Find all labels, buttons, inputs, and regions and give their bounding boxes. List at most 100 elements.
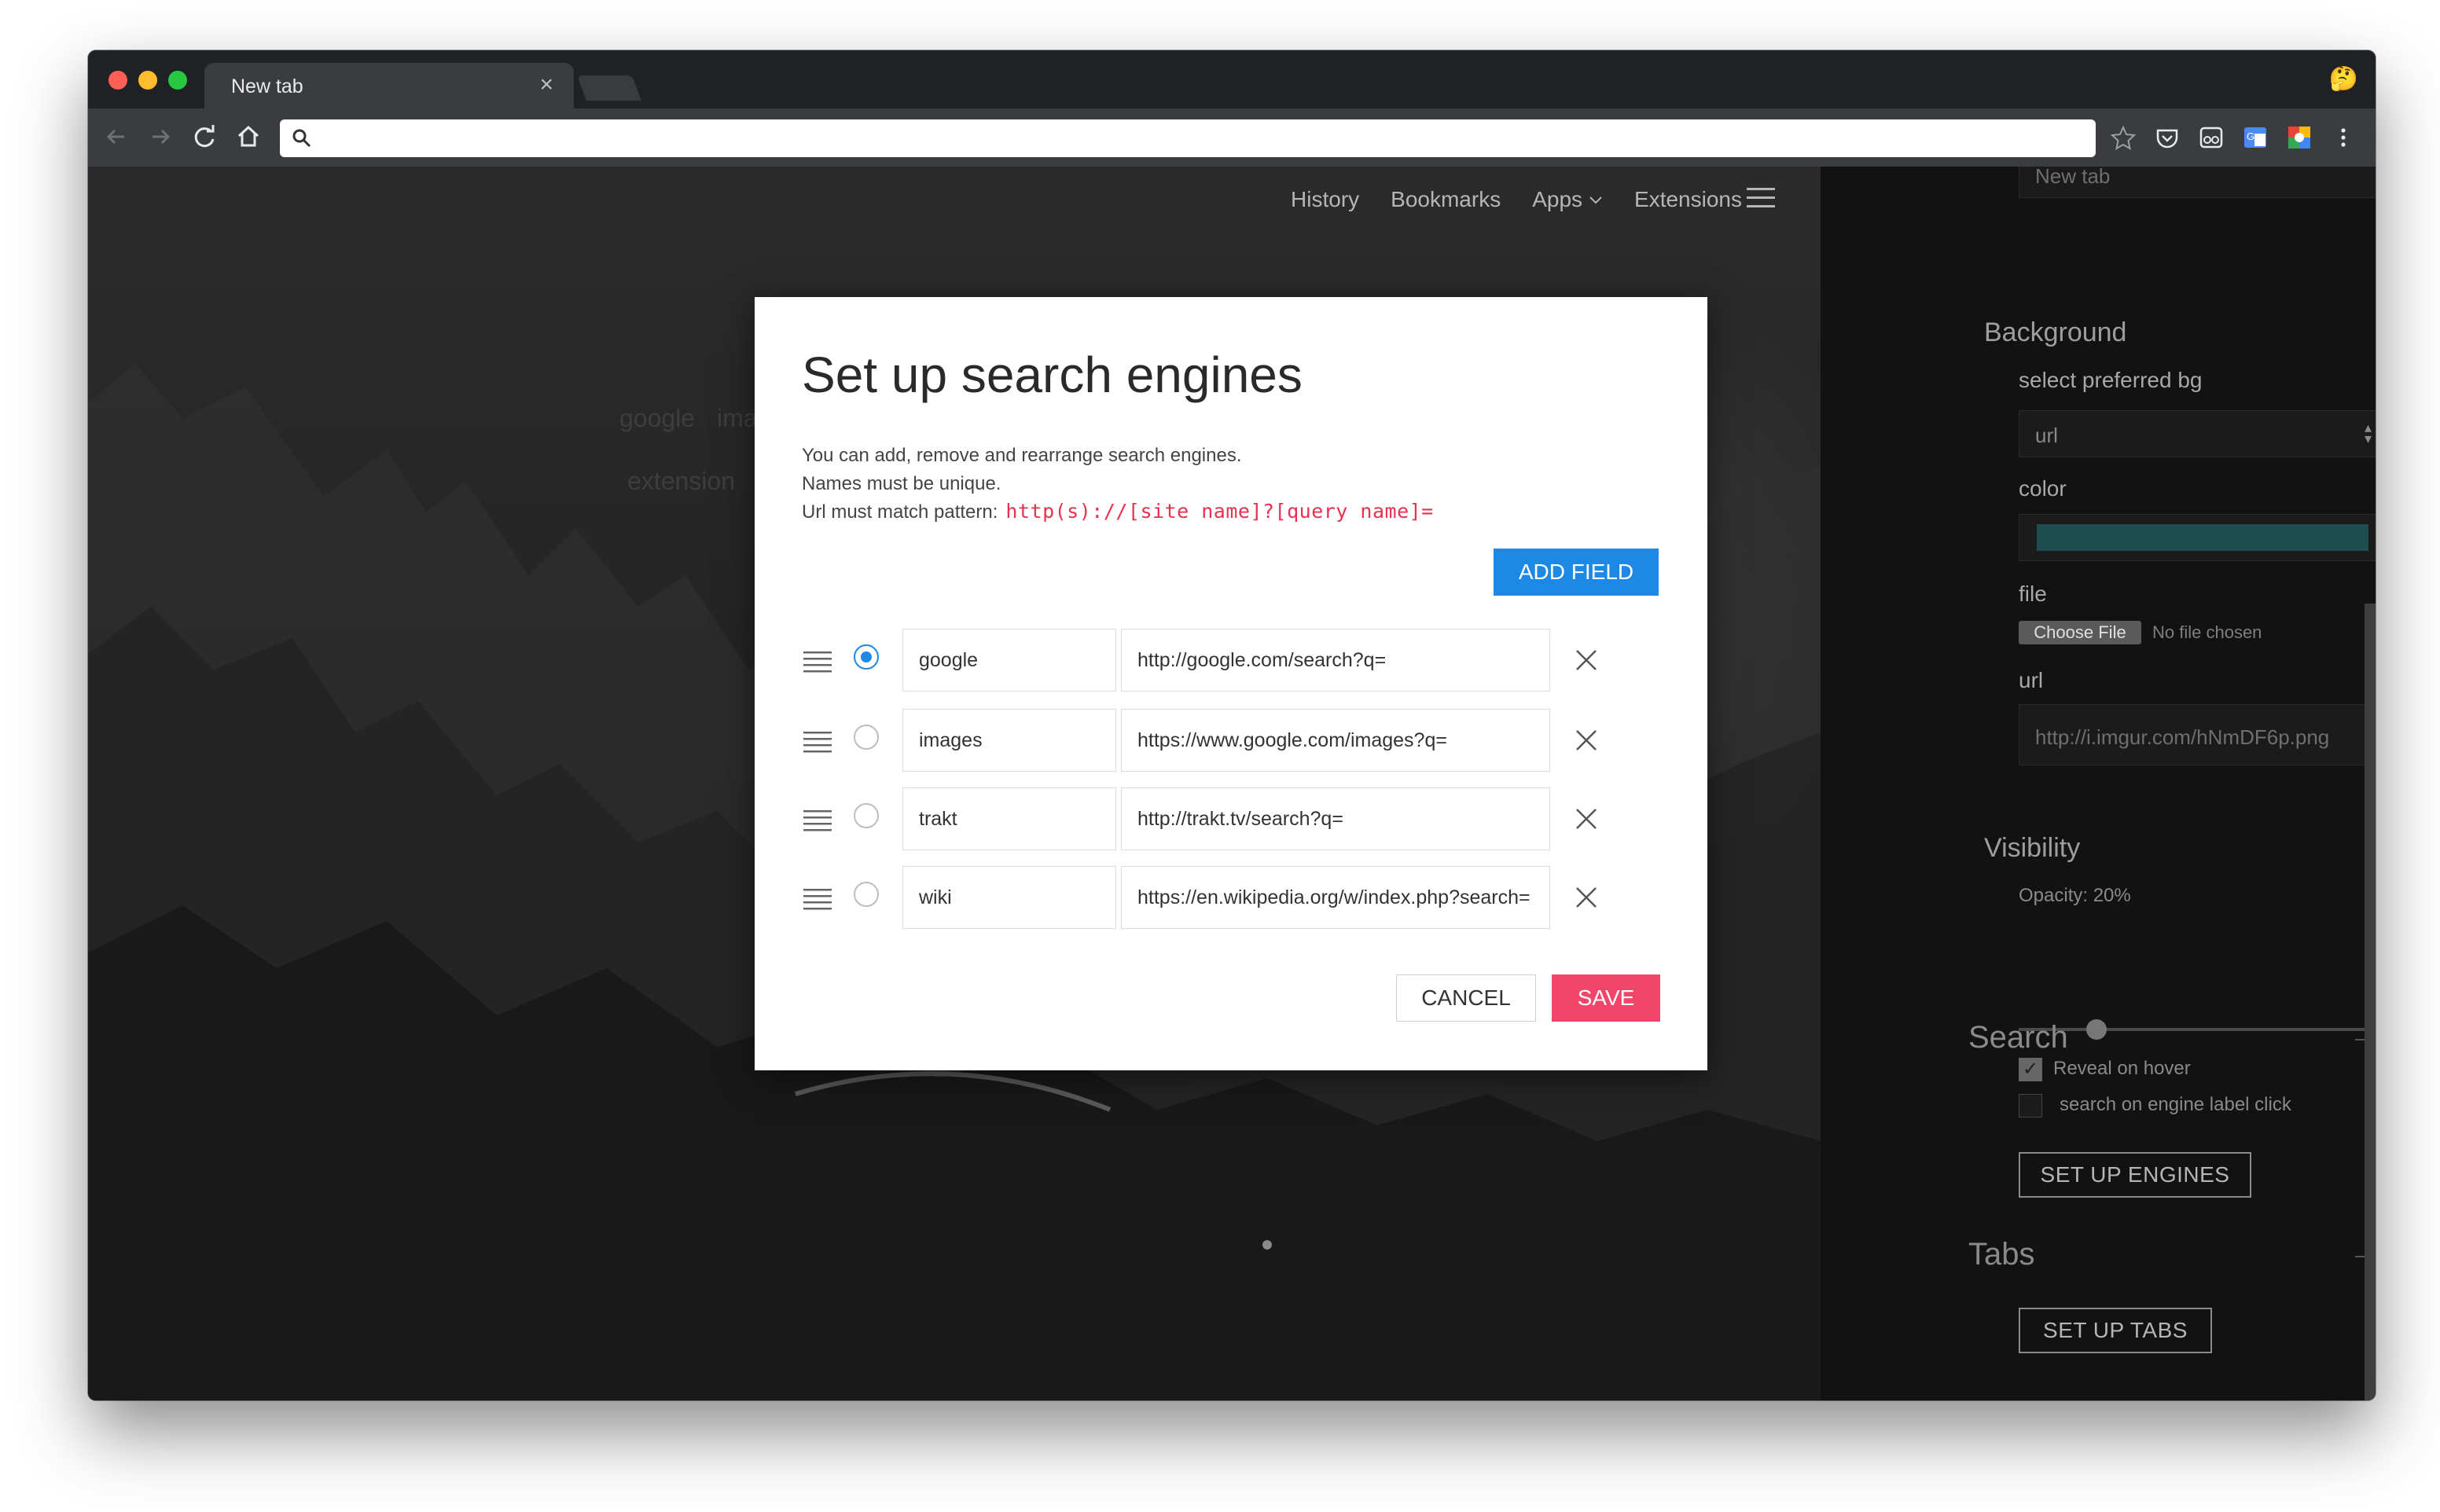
forward-button[interactable]: [145, 121, 176, 152]
hamburger-menu-icon[interactable]: [1745, 185, 1777, 211]
profile-emoji-icon[interactable]: 🤔: [2329, 66, 2358, 93]
minimize-window-button[interactable]: [138, 71, 157, 90]
engine-name-input[interactable]: [902, 866, 1116, 929]
bg-type-value: url: [2035, 424, 2058, 447]
check-icon: ✓: [2023, 1059, 2039, 1080]
engine-url-input[interactable]: [1121, 787, 1550, 850]
default-engine-radio[interactable]: [854, 644, 879, 670]
url-label: url: [2019, 668, 2044, 692]
title-bar: New tab × 🤔: [88, 50, 2376, 108]
default-engine-radio[interactable]: [854, 725, 879, 750]
dialog-instructions-line: Names must be unique.: [802, 473, 1001, 494]
no-file-chosen-text: No file chosen: [2152, 622, 2262, 642]
reveal-on-hover-label: Reveal on hover: [2053, 1058, 2191, 1079]
address-bar[interactable]: [280, 119, 2096, 157]
drag-handle-icon[interactable]: [803, 886, 832, 910]
maximize-window-button[interactable]: [168, 71, 187, 90]
settings-scrollbar[interactable]: [2365, 604, 2376, 1400]
file-label: file: [2019, 582, 2047, 606]
svg-text:G: G: [2247, 130, 2254, 142]
tab-name-placeholder: New tab: [2035, 167, 2111, 188]
colorful-extension-icon[interactable]: [2286, 124, 2313, 151]
browser-window: New tab × 🤔 G google ima extension Histo…: [88, 50, 2376, 1400]
new-tab-button[interactable]: [577, 75, 641, 101]
remove-engine-icon[interactable]: [1571, 725, 1602, 756]
set-up-tabs-button[interactable]: SET UP TABS: [2019, 1308, 2212, 1353]
reader-glasses-extension-icon[interactable]: [2198, 124, 2225, 151]
color-picker[interactable]: [2019, 514, 2376, 561]
visibility-heading: Visibility: [1984, 833, 2081, 863]
engine-url-input[interactable]: [1121, 866, 1550, 929]
bg-type-select[interactable]: url ▴ ▾: [2019, 410, 2376, 457]
search-label-click-label: search on engine label click: [2060, 1094, 2291, 1115]
back-arrow-icon: [106, 129, 124, 145]
remove-engine-icon[interactable]: [1571, 644, 1602, 676]
cancel-button[interactable]: CANCEL: [1396, 974, 1536, 1022]
search-label-click-checkbox[interactable]: [2019, 1094, 2042, 1117]
tab-close-icon[interactable]: ×: [539, 72, 553, 97]
browser-toolbar: G: [88, 108, 2376, 167]
tab-name-input[interactable]: New tab: [2019, 167, 2376, 198]
engine-row: [755, 629, 1707, 692]
dialog-title: Set up search engines: [802, 347, 1303, 403]
settings-panel: New tab Background select preferred bg u…: [1821, 167, 2376, 1400]
bg-url-value: http://i.imgur.com/hNmDF6p.png: [2035, 725, 2330, 749]
pattern-label: Url must match pattern:: [802, 501, 998, 523]
default-engine-radio[interactable]: [854, 882, 879, 907]
search-icon: [292, 129, 311, 148]
engine-name-input[interactable]: [902, 629, 1116, 692]
browser-menu-icon[interactable]: [2330, 124, 2357, 151]
engine-url-input[interactable]: [1121, 709, 1550, 772]
engine-url-input[interactable]: [1121, 629, 1550, 692]
bookmark-star-icon[interactable]: [2110, 124, 2137, 151]
opacity-slider-thumb[interactable]: [2086, 1019, 2107, 1040]
opacity-slider-track[interactable]: [2019, 1028, 2376, 1031]
address-input[interactable]: [324, 124, 2080, 154]
engine-name-input[interactable]: [902, 787, 1116, 850]
close-window-button[interactable]: [108, 71, 127, 90]
tabs-heading: Tabs: [1968, 1237, 2035, 1272]
select-bg-label: select preferred bg: [2019, 368, 2203, 392]
drag-handle-icon[interactable]: [803, 649, 832, 673]
remove-engine-icon[interactable]: [1571, 803, 1602, 835]
ghost-engine-label: ima: [717, 404, 758, 432]
engine-row: [755, 709, 1707, 772]
home-icon: [237, 125, 259, 147]
search-engines-dialog: Set up search engines You can add, remov…: [755, 297, 1707, 1070]
translate-extension-icon[interactable]: G: [2242, 124, 2269, 151]
nav-extensions-link[interactable]: Extensions: [1634, 187, 1742, 212]
page-content: google ima extension History Bookmarks A…: [88, 167, 2376, 1400]
bg-url-input[interactable]: http://i.imgur.com/hNmDF6p.png: [2019, 704, 2376, 765]
ghost-engine-label: google: [619, 404, 696, 432]
drag-handle-icon[interactable]: [803, 808, 832, 831]
default-engine-radio[interactable]: [854, 803, 879, 828]
drag-handle-icon[interactable]: [803, 729, 832, 753]
nav-bookmarks-link[interactable]: Bookmarks: [1391, 187, 1501, 212]
back-button[interactable]: [101, 121, 132, 152]
background-heading: Background: [1984, 317, 2127, 347]
nav-history-link[interactable]: History: [1291, 187, 1359, 212]
url-pattern-code: http(s)://[site name]?[query name]=: [1005, 500, 1434, 523]
color-swatch: [2037, 524, 2368, 551]
add-field-button[interactable]: ADD FIELD: [1494, 549, 1659, 596]
select-arrows-icon: ▴ ▾: [2364, 420, 2372, 446]
save-button[interactable]: SAVE: [1552, 974, 1660, 1022]
reload-icon: [194, 125, 215, 148]
pocket-extension-icon[interactable]: [2154, 124, 2181, 151]
nav-apps-label: Apps: [1532, 187, 1583, 211]
engine-row: [755, 866, 1707, 929]
search-heading: Search: [1968, 1020, 2068, 1055]
browser-tab[interactable]: New tab ×: [204, 63, 574, 108]
nav-apps-dropdown[interactable]: Apps: [1532, 187, 1603, 212]
engine-name-input[interactable]: [902, 709, 1116, 772]
home-button[interactable]: [233, 121, 264, 152]
reveal-on-hover-checkbox[interactable]: ✓: [2019, 1058, 2042, 1081]
set-up-engines-button[interactable]: SET UP ENGINES: [2019, 1152, 2251, 1198]
ghost-search-box: extension: [627, 467, 735, 495]
tab-title: New tab: [231, 75, 303, 97]
top-navigation: History Bookmarks Apps Extensions: [1291, 182, 1742, 217]
remove-engine-icon[interactable]: [1571, 882, 1602, 913]
choose-file-button[interactable]: Choose File: [2019, 621, 2141, 644]
dialog-pattern-line: Url must match pattern: http(s)://[site n…: [802, 500, 1434, 523]
reload-button[interactable]: [189, 121, 220, 152]
